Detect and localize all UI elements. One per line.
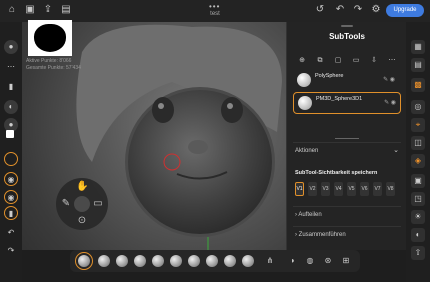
visibility-slot-v4[interactable]: V4: [334, 182, 343, 196]
divider: [293, 206, 401, 207]
render-icon[interactable]: ◐: [411, 228, 425, 242]
folder-icon[interactable]: ▭: [351, 56, 361, 66]
settings-icon[interactable]: ⚙: [370, 4, 382, 16]
redo-side-icon[interactable]: ↷: [4, 244, 18, 258]
brush-trim[interactable]: [224, 255, 236, 267]
delete-icon[interactable]: ▢: [333, 56, 343, 66]
subtool-item-pm3d-sphere3d1[interactable]: PM3D_Sphere3D1 ✎ ◉: [293, 92, 401, 114]
brush-dam-standard[interactable]: [134, 255, 146, 267]
visibility-slot-v3[interactable]: V3: [321, 182, 330, 196]
divider: [335, 138, 359, 139]
menu-dots-icon[interactable]: •••: [209, 2, 220, 11]
upgrade-button[interactable]: Upgrade: [386, 4, 424, 17]
snapshot-icon[interactable]: ▣: [411, 174, 425, 188]
zoom-icon[interactable]: ⊙: [76, 215, 88, 227]
total-points: Gesamte Punkte: 57'434: [26, 65, 81, 71]
visibility-eye-icon[interactable]: ✎ ◉: [384, 99, 396, 106]
subtool-thumbnail: [297, 73, 311, 87]
point-stats: Aktive Punkte: 8'066 Gesamte Punkte: 57'…: [26, 58, 81, 72]
subtool-name: PolySphere: [315, 73, 344, 79]
visibility-slot-v5[interactable]: V5: [347, 182, 356, 196]
import-icon[interactable]: ⇩: [369, 56, 379, 66]
brush-smooth[interactable]: [170, 255, 182, 267]
brush-clay[interactable]: [98, 255, 110, 267]
duplicate-icon[interactable]: ⧉: [315, 56, 325, 66]
brush-flatten[interactable]: [206, 255, 218, 267]
export-icon[interactable]: ⇧: [411, 246, 425, 260]
alpha-icon[interactable]: ▮: [4, 80, 18, 94]
stroke-icon[interactable]: ⋯: [4, 60, 18, 74]
gizmo-wheel[interactable]: ✋ ✎ ▭ ⊙: [56, 178, 108, 230]
symmetry-panel-icon[interactable]: ◈: [411, 154, 425, 168]
grid-icon[interactable]: ▦: [411, 40, 425, 54]
gizmo-icon[interactable]: ⌖: [411, 118, 425, 132]
subtool-item-polysphere[interactable]: PolySphere ✎ ◉: [293, 70, 399, 90]
mask-icon[interactable]: ◑: [286, 255, 298, 267]
chevron-down-icon[interactable]: ⌄: [391, 146, 401, 156]
panel-title: SubTools: [329, 32, 365, 41]
visibility-slot-v2[interactable]: V2: [308, 182, 317, 196]
subtools-panel: SubTools ⊕ ⧉ ▢ ▭ ⇩ ⋯ PolySphere ✎ ◉ PM3D…: [286, 22, 407, 250]
dynamesh-icon[interactable]: ◎: [411, 100, 425, 114]
light-icon[interactable]: ☀: [411, 210, 425, 224]
add-icon[interactable]: ⊕: [297, 56, 307, 66]
polygroup-icon[interactable]: ◍: [304, 255, 316, 267]
subtool-panel-icon[interactable]: ▩: [411, 78, 425, 92]
select-icon[interactable]: ⊛: [322, 255, 334, 267]
history-icon[interactable]: ↺: [314, 4, 326, 16]
brush-pinch[interactable]: [188, 255, 200, 267]
brush-preview-icon[interactable]: ●: [4, 40, 18, 54]
visibility-slot-v1[interactable]: V1: [295, 182, 304, 196]
merge-section[interactable]: › Zusammenführen: [295, 232, 346, 238]
wheel-center[interactable]: [74, 196, 90, 212]
intensity-icon[interactable]: ◉: [4, 172, 18, 186]
model-thumbnail[interactable]: [28, 20, 72, 56]
actions-header[interactable]: Aktionen: [295, 148, 318, 154]
transform-icon[interactable]: ◫: [411, 136, 425, 150]
rotate-icon[interactable]: ✎: [60, 198, 72, 210]
focal-shift-icon[interactable]: ◉: [4, 190, 18, 204]
visibility-slot-v6[interactable]: V6: [360, 182, 369, 196]
split-section[interactable]: › Aufteilen: [295, 212, 322, 218]
layers-panel-icon[interactable]: ▤: [411, 58, 425, 72]
material-icon[interactable]: ◐: [4, 100, 18, 114]
undo-side-icon[interactable]: ↶: [4, 226, 18, 240]
split-label: Aufteilen: [298, 212, 322, 218]
visibility-eye-icon[interactable]: ✎ ◉: [383, 76, 395, 83]
top-toolbar: ⌂ ▣ ⇪ ▤ ••• test ↺ ↶ ↷ ⚙ Upgrade: [0, 0, 430, 22]
visibility-slot-v8[interactable]: V8: [386, 182, 395, 196]
active-points: Aktive Punkte: 8'066: [26, 58, 72, 64]
color-swatch[interactable]: [6, 130, 14, 138]
draw-size-icon[interactable]: [4, 152, 18, 166]
frame-icon[interactable]: ▭: [92, 198, 104, 210]
pan-icon[interactable]: ✋: [76, 181, 88, 193]
subtool-thumbnail: [298, 96, 312, 110]
symmetry-icon[interactable]: ▮: [4, 206, 18, 220]
more-icon[interactable]: ⋯: [387, 56, 397, 66]
subtool-name: PM3D_Sphere3D1: [316, 96, 363, 102]
document-title: test: [210, 11, 220, 17]
redo-icon[interactable]: ↷: [352, 4, 364, 16]
brush-move[interactable]: [116, 255, 128, 267]
brush-picker-icon[interactable]: ⋔: [264, 255, 276, 267]
undo-icon[interactable]: ↶: [334, 4, 346, 16]
brush-inflate[interactable]: [152, 255, 164, 267]
brush-toolbar: ⋔ ◑ ◍ ⊛ ⊞: [70, 250, 360, 272]
merge-label: Zusammenführen: [298, 232, 346, 238]
divider: [293, 226, 401, 227]
left-toolbar: ● ⋯ ▮ ◐ ● ◉ ◉ ▮ ↶ ↷: [0, 22, 22, 282]
visibility-title: SubTool-Sichtbarkeit speichern: [295, 170, 378, 176]
brush-standard[interactable]: [75, 252, 93, 270]
divider: [293, 142, 401, 143]
panel-handle[interactable]: [341, 25, 353, 27]
visibility-slot-v7[interactable]: V7: [373, 182, 382, 196]
right-toolbar: ▦ ▤ ▩ ◎ ⌖ ◫ ◈ ▣ ◳ ☀ ◐ ⇧: [406, 22, 430, 282]
add-brush-icon[interactable]: ⊞: [340, 255, 352, 267]
camera-icon[interactable]: ◳: [411, 192, 425, 206]
brush-polish[interactable]: [242, 255, 254, 267]
